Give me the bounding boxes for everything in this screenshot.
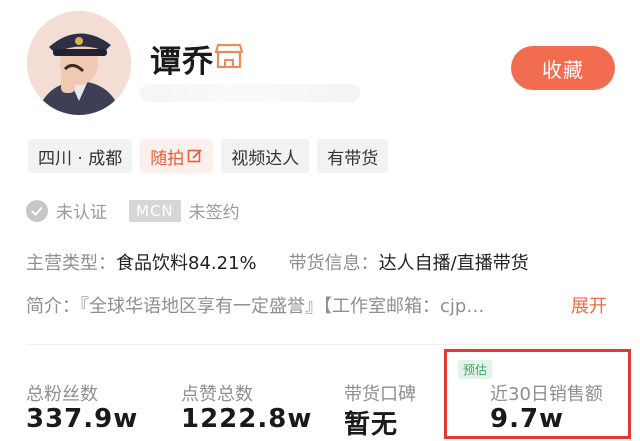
divider	[26, 344, 618, 345]
reputation-value: 暂无	[344, 410, 399, 440]
intro-text: 简介：『全球华语地区享有一定盛誉』【工作室邮箱：cjp…	[26, 296, 485, 317]
likes-value: 1222.8w	[181, 404, 313, 434]
check-icon	[26, 199, 48, 222]
shop-icon[interactable]	[214, 42, 244, 70]
profile-name: 谭乔	[150, 44, 214, 80]
avatar-image	[27, 11, 131, 115]
mcn-status: 未签约	[188, 203, 240, 223]
followers-label: 总粉丝数	[26, 384, 98, 405]
tag-has-sales[interactable]: 有带货	[317, 139, 389, 173]
tag-location[interactable]: 四川 · 成都	[28, 139, 133, 173]
category-label: 主营类型：	[26, 253, 116, 274]
edit-icon	[187, 149, 202, 163]
mcn-badge: MCN	[129, 199, 181, 222]
sales-info-value: 达人自播/直播带货	[378, 253, 529, 274]
tag-list: 四川 · 成都 随拍 视频达人 有带货	[28, 139, 389, 173]
auth-row: 未认证 MCN 未签约	[26, 198, 240, 223]
category-value: 食品饮料84.21%	[116, 253, 257, 274]
tag-casual-shoot-label: 随拍	[150, 148, 185, 169]
favorite-button[interactable]: 收藏	[511, 46, 615, 90]
expand-link[interactable]: 展开	[571, 292, 607, 318]
tag-video-creator[interactable]: 视频达人	[221, 139, 310, 173]
blurred-subtitle	[140, 84, 360, 102]
auth-status: 未认证	[56, 203, 107, 223]
sales-info-label: 带货信息：	[288, 253, 379, 274]
followers-value: 337.9w	[26, 404, 139, 434]
tag-casual-shoot[interactable]: 随拍	[140, 139, 214, 173]
reputation-label: 带货口碑	[344, 384, 416, 405]
info-row: 主营类型： 食品饮料84.21% 带货信息： 达人自播/直播带货	[26, 249, 529, 275]
avatar[interactable]	[27, 11, 131, 115]
likes-label: 点赞总数	[181, 384, 253, 405]
